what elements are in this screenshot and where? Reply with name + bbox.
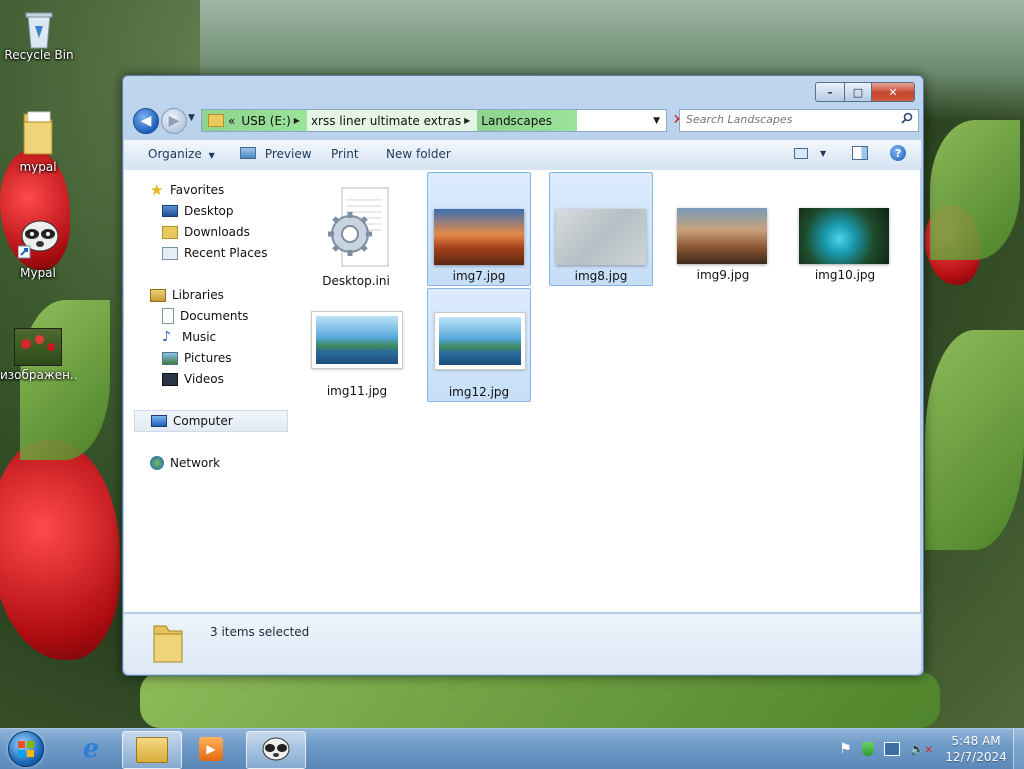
file-tile[interactable]: img11.jpg: [305, 288, 409, 402]
help-icon[interactable]: ?: [890, 145, 907, 161]
preview-icon: [240, 147, 256, 159]
videos-icon: [162, 372, 178, 386]
preview-pane-icon[interactable]: [852, 146, 869, 160]
breadcrumb-overflow[interactable]: «: [228, 114, 235, 128]
desktop-background-leaf: [140, 672, 940, 728]
image-thumbnail: [799, 208, 889, 264]
desktop-icon-mypal-folder[interactable]: mypal: [0, 108, 76, 174]
caption-buttons: – □ ✕: [815, 82, 915, 102]
file-list[interactable]: Desktop.ini img7.jpg img8.jpg img9.jpg i…: [290, 170, 920, 612]
minimize-button[interactable]: –: [815, 82, 845, 102]
clock[interactable]: 5:48 AM 12/7/2024: [939, 733, 1013, 765]
explorer-window[interactable]: – □ ✕ ◀ ▶ ▼ « USB (E:) ▶ xrss liner ulti…: [122, 75, 924, 676]
print-button[interactable]: Print: [331, 147, 359, 161]
windows-logo-icon: [8, 731, 44, 767]
network-status-icon[interactable]: [883, 742, 900, 756]
desktop-background-flower: [0, 440, 120, 660]
desktop-icon: [162, 205, 178, 217]
internet-explorer-icon: e: [82, 734, 100, 764]
folder-icon: [152, 622, 186, 667]
image-thumbnail: [677, 208, 767, 264]
folder-icon: [208, 114, 224, 127]
image-thumbnail: [311, 311, 403, 369]
taskbar-media-player[interactable]: ▶: [182, 731, 240, 767]
view-controls: ▼ ?: [794, 145, 907, 161]
taskbar-internet-explorer[interactable]: e: [62, 731, 120, 767]
file-tile[interactable]: img10.jpg: [793, 172, 897, 286]
folder-icon: [18, 108, 58, 158]
change-view-icon[interactable]: [794, 147, 808, 159]
image-thumbnail: [434, 312, 526, 370]
image-thumbnail: [556, 209, 646, 265]
navigation-bar: ◀ ▶ ▼ « USB (E:) ▶ xrss liner ultimate e…: [131, 107, 919, 135]
forward-arrow-icon: ▶: [168, 113, 180, 129]
chevron-down-icon: ▼: [188, 113, 195, 123]
breadcrumb-separator-icon[interactable]: ▶: [291, 116, 303, 125]
start-button[interactable]: [4, 730, 48, 768]
mypal-raccoon-icon: [17, 214, 59, 264]
star-icon: ★: [150, 181, 164, 199]
nav-computer[interactable]: Computer: [134, 410, 288, 432]
command-bar: Organize ▼ Preview Print New folder ▼ ?: [124, 139, 921, 171]
image-thumbnail: [434, 209, 524, 265]
file-tile[interactable]: img9.jpg: [671, 172, 775, 286]
back-button[interactable]: ◀: [133, 108, 159, 134]
downloads-folder-icon: [162, 225, 178, 239]
file-tile[interactable]: Desktop.ini: [304, 176, 408, 290]
forward-button[interactable]: ▶: [161, 108, 187, 134]
breadcrumb-extras[interactable]: xrss liner ultimate extras ▶: [306, 110, 478, 131]
preview-button[interactable]: Preview: [240, 147, 312, 161]
image-file-icon: [14, 328, 62, 366]
breadcrumb-root[interactable]: « USB (E:) ▶: [202, 110, 307, 131]
desktop-icon-image-file[interactable]: изображен...: [0, 328, 76, 382]
chevron-down-icon: ▼: [208, 151, 215, 160]
breadcrumb-landscapes[interactable]: Landscapes: [477, 110, 578, 131]
organize-button[interactable]: Organize ▼: [148, 147, 215, 161]
address-bar[interactable]: « USB (E:) ▶ xrss liner ultimate extras …: [201, 109, 667, 132]
security-shield-icon[interactable]: [861, 742, 874, 756]
file-tile[interactable]: img8.jpg: [549, 172, 653, 286]
desktop-icon-mypal-shortcut[interactable]: Mypal: [0, 214, 76, 280]
desktop-background-leaf: [930, 120, 1020, 260]
taskbar: e ▶ ⚑ 🔈✕ 5:48 AM 12/7/2024: [0, 728, 1024, 769]
recent-pages-button[interactable]: ▼: [188, 113, 195, 123]
chevron-down-icon[interactable]: ▼: [820, 149, 826, 158]
breadcrumb-separator-icon[interactable]: ▶: [461, 116, 473, 125]
explorer-folder-icon: [136, 737, 168, 763]
file-tile[interactable]: img12.jpg: [427, 288, 531, 402]
close-button[interactable]: ✕: [872, 82, 915, 102]
file-tile[interactable]: img7.jpg: [427, 172, 531, 286]
documents-icon: [162, 308, 174, 324]
network-icon: [150, 456, 164, 470]
recycle-bin-icon: [19, 6, 59, 49]
pictures-icon: [162, 351, 178, 365]
computer-icon: [151, 415, 167, 427]
selection-status: 3 items selected: [210, 625, 310, 639]
music-icon: ♪: [162, 329, 171, 345]
breadcrumb-usb[interactable]: USB (E:): [241, 114, 290, 128]
volume-muted-icon[interactable]: 🔈✕: [910, 742, 933, 756]
settings-gear-icon: [324, 184, 394, 270]
search-input[interactable]: [680, 110, 892, 129]
system-tray: ⚑ 🔈✕ 5:48 AM 12/7/2024: [839, 729, 1024, 769]
search-icon[interactable]: [901, 112, 913, 127]
action-center-flag-icon[interactable]: ⚑: [839, 741, 852, 757]
media-player-icon: ▶: [199, 737, 223, 761]
show-desktop-button[interactable]: [1013, 729, 1024, 769]
new-folder-button[interactable]: New folder: [386, 147, 451, 161]
address-dropdown-icon[interactable]: ▼: [647, 116, 666, 126]
details-pane: 3 items selected: [124, 613, 921, 674]
taskbar-mypal[interactable]: [246, 731, 306, 769]
desktop-background-leaf: [925, 330, 1024, 550]
taskbar-windows-explorer[interactable]: [122, 731, 182, 769]
navigation-pane[interactable]: ★ Favorites Desktop Downloads Recent Pla…: [124, 170, 291, 612]
desktop-icon-recycle-bin[interactable]: Recycle Bin: [1, 6, 77, 62]
recent-places-icon: [162, 246, 178, 260]
search-box[interactable]: [679, 109, 919, 132]
mypal-raccoon-icon: [261, 736, 291, 765]
libraries-icon: [150, 288, 166, 302]
maximize-button[interactable]: □: [845, 82, 872, 102]
back-arrow-icon: ◀: [140, 113, 152, 129]
